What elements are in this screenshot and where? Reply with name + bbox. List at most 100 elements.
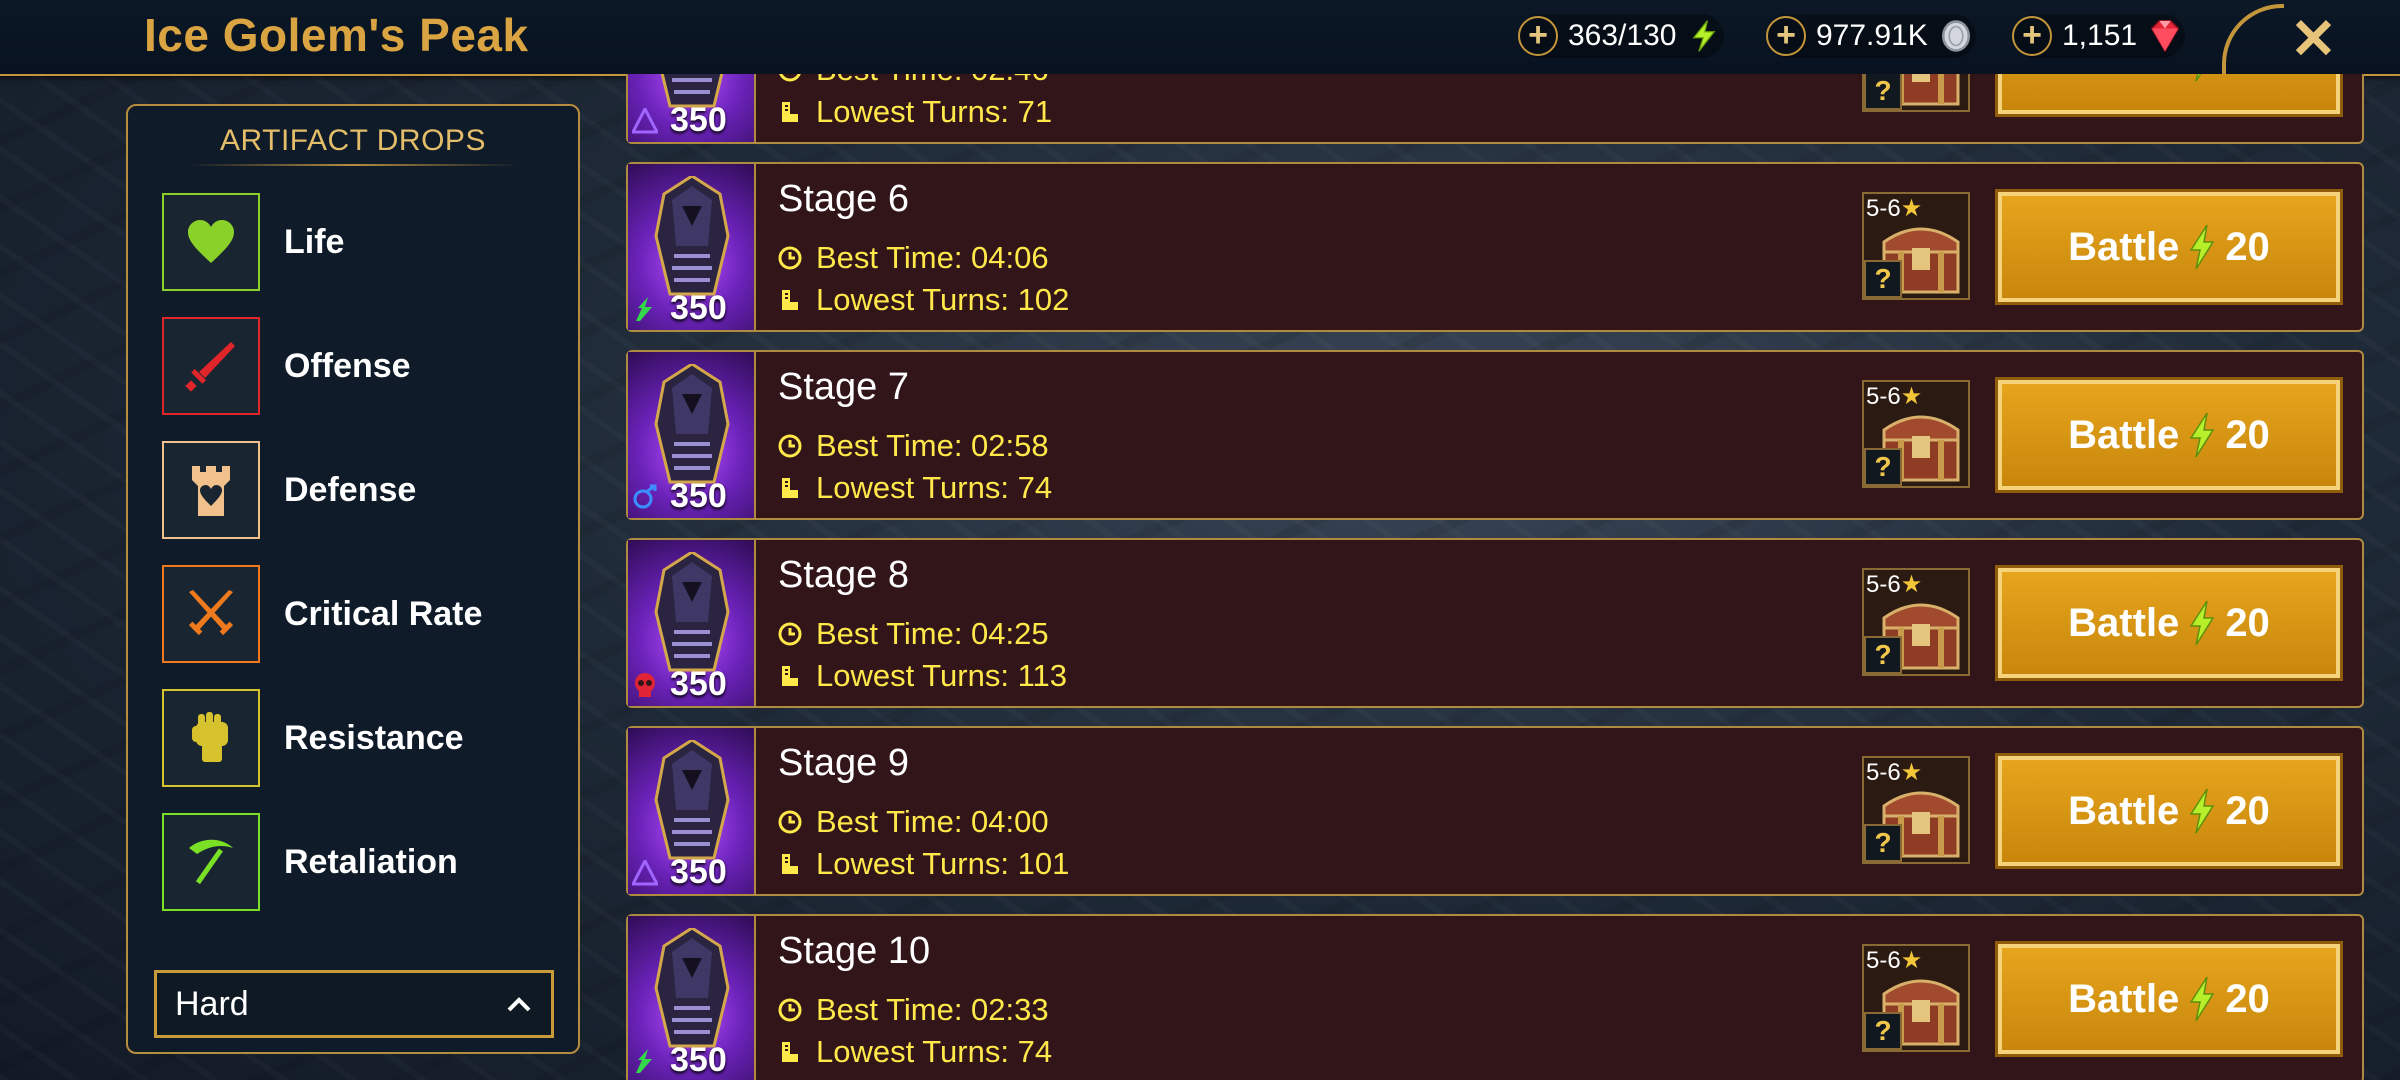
unknown-reward-icon: ?: [1864, 824, 1902, 862]
affinity-icon: [636, 296, 652, 321]
reward-chest[interactable]: 5-6★ ?: [1862, 756, 1970, 864]
best-time: Best Time: 02:33: [778, 992, 1049, 1028]
best-time-text: Best Time: 04:25: [816, 616, 1049, 651]
ornament-horn: [2222, 4, 2284, 74]
page-title: Ice Golem's Peak: [144, 9, 529, 61]
chest-rank-text: 5-6: [1866, 758, 1901, 786]
drop-item-resistance: Resistance: [162, 688, 562, 788]
battle-button[interactable]: Battle 20: [1995, 377, 2343, 493]
add-energy-icon[interactable]: +: [1518, 16, 1558, 56]
boss-portrait: 350: [628, 540, 756, 706]
power-level: 350: [632, 665, 727, 704]
clock-icon: [778, 434, 802, 458]
best-time-text: Best Time: 04:06: [816, 240, 1049, 275]
star-icon: ★: [1900, 759, 1923, 786]
stage-row[interactable]: 350 Stage 5 Best Time: 02:46 Lowest Turn…: [626, 74, 2364, 144]
ruby-gem-icon: [2150, 20, 2180, 53]
difficulty-dropdown[interactable]: Hard: [154, 970, 554, 1038]
power-level: 350: [632, 477, 727, 516]
boot-icon: [782, 666, 798, 686]
drop-label: Life: [284, 222, 345, 261]
energy-cost: 20: [2225, 600, 2270, 645]
reward-chest[interactable]: 5-6★ ?: [1862, 74, 1970, 112]
battle-button[interactable]: Battle 20: [1995, 74, 2343, 117]
stage-name: Stage 7: [778, 366, 909, 408]
energy-bolt-icon: [2189, 224, 2215, 270]
reward-chest[interactable]: 5-6★ ?: [1862, 568, 1970, 676]
battle-button[interactable]: Battle 20: [1995, 753, 2343, 869]
gems-resource[interactable]: + 1,151: [2012, 14, 2186, 58]
energy-resource[interactable]: + 363/130: [1518, 14, 1725, 58]
stage-row[interactable]: 350 Stage 10 Best Time: 02:33 Lowest Tur…: [626, 914, 2364, 1080]
drop-label: Defense: [284, 470, 417, 509]
boss-portrait: 350: [628, 916, 756, 1080]
ice-golem-icon: [654, 364, 730, 484]
best-time: Best Time: 04:06: [778, 240, 1049, 276]
affinity-icon: [632, 107, 658, 133]
boot-icon: [782, 478, 798, 498]
lowest-turns: Lowest Turns: 74: [778, 1034, 1052, 1070]
energy-cost: 20: [2225, 74, 2270, 82]
drop-label: Offense: [284, 346, 411, 385]
chest-rank-text: 5-6: [1866, 194, 1901, 222]
drop-label: Critical Rate: [284, 594, 483, 633]
boss-portrait: 350: [628, 352, 756, 518]
energy-bolt-icon: [2189, 600, 2215, 646]
clock-icon: [778, 246, 802, 270]
drop-list[interactable]: Life Offense Defense Critical Rate Resis…: [162, 192, 562, 930]
lowest-turns-text: Lowest Turns: 113: [816, 658, 1068, 693]
chest-rank: 5-6 ★: [1866, 382, 1922, 411]
lowest-turns-text: Lowest Turns: 101: [816, 846, 1070, 881]
power-level: 350: [632, 1041, 727, 1080]
reward-chest[interactable]: 5-6★ ?: [1862, 380, 1970, 488]
clock-icon: [778, 998, 802, 1022]
stage-list[interactable]: 350 Stage 5 Best Time: 02:46 Lowest Turn…: [626, 74, 2366, 1080]
battle-label: Battle: [2068, 224, 2180, 269]
drop-label: Resistance: [284, 718, 464, 757]
stage-row[interactable]: 350 Stage 8 Best Time: 04:25 Lowest Turn…: [626, 538, 2364, 708]
drop-item-offense: Offense: [162, 316, 562, 416]
stage-name: Stage 8: [778, 554, 909, 596]
battle-button[interactable]: Battle 20: [1995, 941, 2343, 1057]
unknown-reward-icon: ?: [1864, 1012, 1902, 1050]
best-time: Best Time: 04:00: [778, 804, 1049, 840]
lowest-turns: Lowest Turns: 71: [778, 94, 1052, 130]
close-icon[interactable]: ✕: [2290, 6, 2337, 72]
reward-chest[interactable]: 5-6★ ?: [1862, 944, 1970, 1052]
unknown-reward-icon: ?: [1864, 448, 1902, 486]
stage-name: Stage 9: [778, 742, 909, 784]
drop-item-retaliation: Retaliation: [162, 812, 562, 912]
stage-row[interactable]: 350 Stage 9 Best Time: 04:00 Lowest Turn…: [626, 726, 2364, 896]
add-gems-icon[interactable]: +: [2012, 16, 2052, 56]
battle-label: Battle: [2068, 600, 2180, 645]
energy-cost: 20: [2225, 412, 2270, 457]
title-divider: [188, 164, 518, 166]
battle-button[interactable]: Battle 20: [1995, 189, 2343, 305]
stage-row[interactable]: 350 Stage 6 Best Time: 04:06 Lowest Turn…: [626, 162, 2364, 332]
power-level: 350: [632, 853, 727, 892]
star-icon: ★: [1900, 195, 1923, 222]
silver-value: 977.91K: [1816, 19, 1928, 52]
energy-cost: 20: [2225, 224, 2270, 269]
boot-icon: [782, 290, 798, 310]
boss-portrait: 350: [628, 164, 756, 330]
ice-golem-icon: [654, 552, 730, 672]
silver-resource[interactable]: + 977.91K: [1766, 14, 1976, 58]
battle-button[interactable]: Battle 20: [1995, 565, 2343, 681]
best-time-text: Best Time: 02:33: [816, 992, 1049, 1027]
stage-row[interactable]: 350 Stage 7 Best Time: 02:58 Lowest Turn…: [626, 350, 2364, 520]
affinity-icon: [635, 672, 655, 697]
boot-icon: [782, 1042, 798, 1062]
add-silver-icon[interactable]: +: [1766, 16, 1806, 56]
best-time-text: Best Time: 02:58: [816, 428, 1049, 463]
reward-chest[interactable]: 5-6★ ?: [1862, 192, 1970, 300]
boot-icon: [782, 102, 798, 122]
tower-icon: [162, 441, 260, 539]
best-time-text: Best Time: 02:46: [816, 74, 1049, 88]
energy-cost: 20: [2225, 976, 2270, 1021]
lowest-turns: Lowest Turns: 102: [778, 282, 1069, 318]
star-icon: ★: [1900, 571, 1923, 598]
chest-rank: 5-6 ★: [1866, 946, 1922, 975]
star-icon: ★: [1900, 383, 1923, 410]
stage-name: Stage 10: [778, 930, 931, 972]
